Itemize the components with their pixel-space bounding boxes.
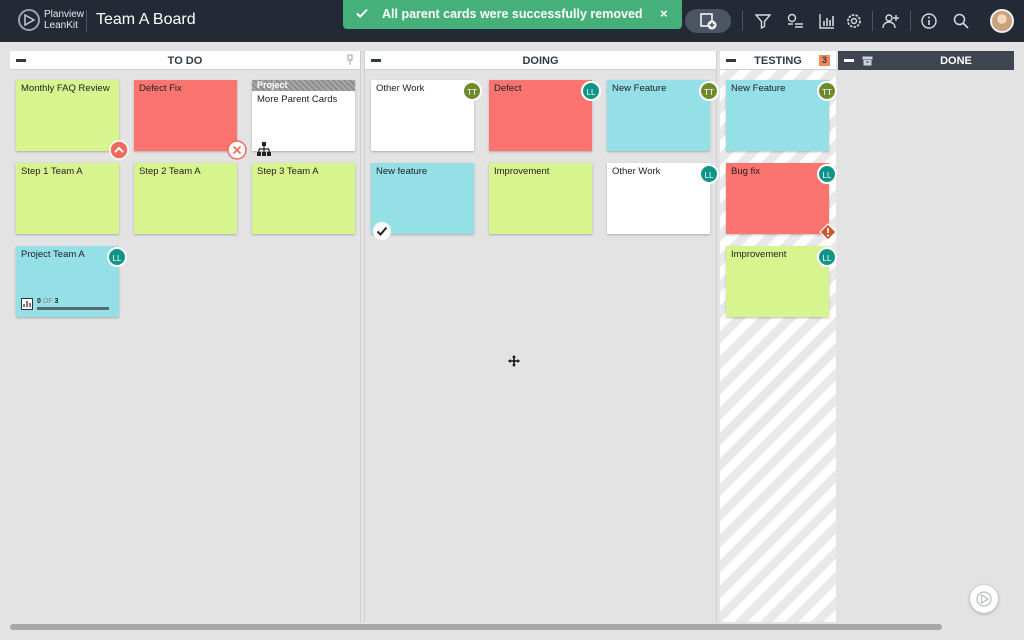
card-improvement[interactable]: Improvement xyxy=(489,163,592,234)
toast-message: All parent cards were successfully remov… xyxy=(382,7,643,21)
card-defect[interactable]: Defect xyxy=(489,80,592,151)
lane-header-todo: TO DO xyxy=(10,51,360,70)
brand-line-1: Planview xyxy=(44,9,85,20)
assignee-avatar[interactable]: LL xyxy=(699,164,719,184)
add-user-icon[interactable] xyxy=(882,12,900,30)
card-title: Other Work xyxy=(612,166,661,177)
help-button[interactable] xyxy=(970,585,998,613)
header-divider xyxy=(742,11,743,31)
chart-icon xyxy=(21,298,33,310)
card-project-team-a[interactable]: Project Team A 0 OF 3 xyxy=(16,246,119,317)
lane-header-done: DONE xyxy=(838,51,1014,70)
remove-parent-icon[interactable] xyxy=(227,140,247,160)
lane-title[interactable]: TO DO xyxy=(10,55,360,67)
header-divider xyxy=(872,11,873,31)
add-card-button[interactable] xyxy=(685,9,731,33)
lane-header-doing: DOING xyxy=(365,51,716,70)
card-title: Step 1 Team A xyxy=(21,166,83,177)
brand-name: Planview LeanKit xyxy=(44,9,84,31)
card-monthly-faq-review[interactable]: Monthly FAQ Review xyxy=(16,80,119,151)
reports-icon[interactable] xyxy=(818,12,836,30)
planview-logo-icon[interactable] xyxy=(18,9,40,31)
card-list-icon[interactable] xyxy=(786,12,804,30)
checkmark-icon xyxy=(356,8,368,19)
card-title: Other Work xyxy=(376,83,425,94)
card-improvement[interactable]: Improvement xyxy=(726,246,829,317)
brand-line-2: LeanKit xyxy=(44,20,78,31)
lane-header-testing: TESTING 3 xyxy=(720,51,836,70)
collapse-lane-button[interactable] xyxy=(844,59,854,62)
board-title[interactable]: Team A Board xyxy=(96,11,196,29)
card-title: New feature xyxy=(376,166,428,177)
card-title: Defect Fix xyxy=(139,83,182,94)
progress-total: 3 xyxy=(54,298,59,305)
card-title: Improvement xyxy=(494,166,550,177)
toast-close-button[interactable]: × xyxy=(660,6,668,21)
card-title: Step 3 Team A xyxy=(257,166,319,177)
card-title: More Parent Cards xyxy=(257,94,338,105)
assignee-avatar[interactable]: LL xyxy=(581,81,601,101)
assignee-avatar[interactable]: LL xyxy=(817,247,837,267)
card-type-label: Project xyxy=(252,80,355,91)
card-new-feature[interactable]: New Feature xyxy=(607,80,710,151)
info-icon[interactable] xyxy=(920,12,938,30)
archive-icon[interactable] xyxy=(862,56,873,66)
card-other-work-2[interactable]: Other Work xyxy=(607,163,710,234)
card-bug-fix[interactable]: Bug fix xyxy=(726,163,829,234)
lane-title[interactable]: DOING xyxy=(365,55,716,67)
assignee-avatar[interactable]: TT xyxy=(699,81,719,101)
card-step-1-team-a[interactable]: Step 1 Team A xyxy=(16,163,119,234)
card-title: New Feature xyxy=(731,83,786,94)
lane-doing[interactable]: DOING Other Work TT Defect LL New Featur… xyxy=(364,51,719,622)
lane-testing[interactable]: TESTING 3 New Feature TT Bug fix LL Impr… xyxy=(720,51,837,622)
header-divider xyxy=(86,10,87,32)
expand-up-icon[interactable] xyxy=(109,140,129,160)
lane-done[interactable]: DONE xyxy=(838,51,1014,622)
assignee-avatar[interactable]: LL xyxy=(817,164,837,184)
card-new-feature[interactable]: New Feature xyxy=(726,80,829,151)
card-title: Monthly FAQ Review xyxy=(21,83,110,94)
progress-bar xyxy=(37,307,109,310)
card-title: Improvement xyxy=(731,249,787,260)
hierarchy-icon[interactable] xyxy=(256,142,272,156)
assignee-avatar[interactable]: TT xyxy=(817,81,837,101)
success-toast: All parent cards were successfully remov… xyxy=(343,0,682,29)
wip-limit-badge: 3 xyxy=(819,55,830,66)
settings-icon[interactable] xyxy=(845,12,863,30)
assignee-avatar[interactable]: TT xyxy=(462,81,482,101)
card-title: Project Team A xyxy=(21,249,85,260)
lane-todo[interactable]: TO DO Monthly FAQ Review Defect Fix Proj… xyxy=(10,51,361,622)
lane-title[interactable]: DONE xyxy=(898,55,1014,67)
add-card-icon xyxy=(700,13,717,30)
move-cursor-icon xyxy=(508,355,520,367)
filter-icon[interactable] xyxy=(754,12,772,30)
planview-help-icon xyxy=(976,591,992,607)
pin-icon[interactable] xyxy=(346,54,354,66)
assignee-avatar[interactable]: LL xyxy=(107,247,127,267)
progress-done: 0 xyxy=(37,298,41,305)
horizontal-scrollbar[interactable] xyxy=(10,624,942,630)
card-other-work[interactable]: Other Work xyxy=(371,80,474,151)
card-title: Bug fix xyxy=(731,166,761,177)
card-step-3-team-a[interactable]: Step 3 Team A xyxy=(252,163,355,234)
card-defect-fix[interactable]: Defect Fix xyxy=(134,80,237,151)
card-title: Step 2 Team A xyxy=(139,166,201,177)
user-avatar[interactable] xyxy=(990,9,1014,33)
progress-text: 0 OF 3 xyxy=(37,298,58,305)
blocked-icon[interactable] xyxy=(819,223,837,241)
card-step-2-team-a[interactable]: Step 2 Team A xyxy=(134,163,237,234)
card-title: New Feature xyxy=(612,83,667,94)
progress-of: OF xyxy=(42,298,53,305)
done-check-icon[interactable] xyxy=(372,221,392,241)
card-more-parent-cards[interactable]: Project More Parent Cards xyxy=(252,80,355,156)
header-divider xyxy=(910,11,911,31)
card-title: Defect xyxy=(494,83,522,94)
search-icon[interactable] xyxy=(952,12,970,30)
